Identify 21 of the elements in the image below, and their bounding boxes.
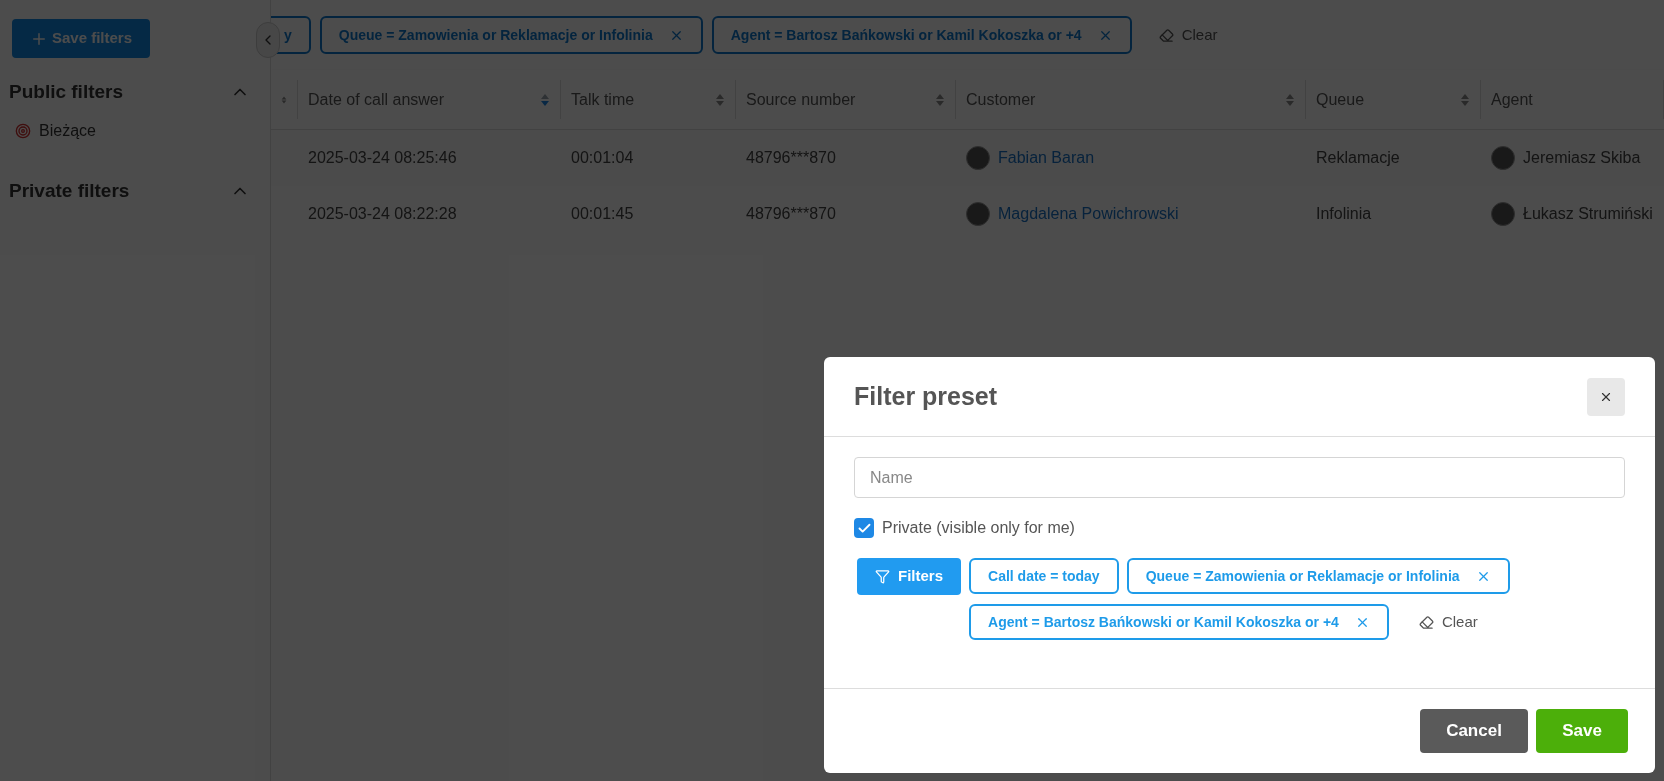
eraser-icon [1418,614,1434,630]
table-cell-text: 48796***870 [745,204,837,224]
table-cell-text: Łukasz Strumiński [1523,204,1653,224]
filters-button[interactable]: Filters [857,558,961,595]
table-cell-text: Infolinia [1315,204,1373,224]
section-title: Public filters [9,80,124,104]
table-cell-text: 2025-03-24 08:22:28 [307,204,458,224]
clear-button[interactable]: Clear [1418,610,1478,634]
table-cell-text: 00:01:45 [570,204,635,224]
private-label: Private (visible only for me) [882,518,1075,538]
filter-chip[interactable]: Agent = Bartosz Bańkowski or Kamil Kokoszka or +4 [969,604,1389,640]
private-checkbox[interactable] [854,518,874,538]
close-button[interactable] [1587,377,1625,416]
filter-chip[interactable]: Queue = Zamowienia or Reklamacje or Infolinia [1126,558,1510,594]
save-button[interactable]: Save [1536,709,1628,753]
modal-title: Filter preset [854,380,998,412]
filter-icon [875,569,890,584]
section-title: Private filters [9,178,130,203]
name-input-field[interactable]: Name [854,457,1625,498]
cancel-button[interactable]: Cancel [1420,709,1528,753]
filter-chip[interactable]: Call date = today [969,558,1119,594]
